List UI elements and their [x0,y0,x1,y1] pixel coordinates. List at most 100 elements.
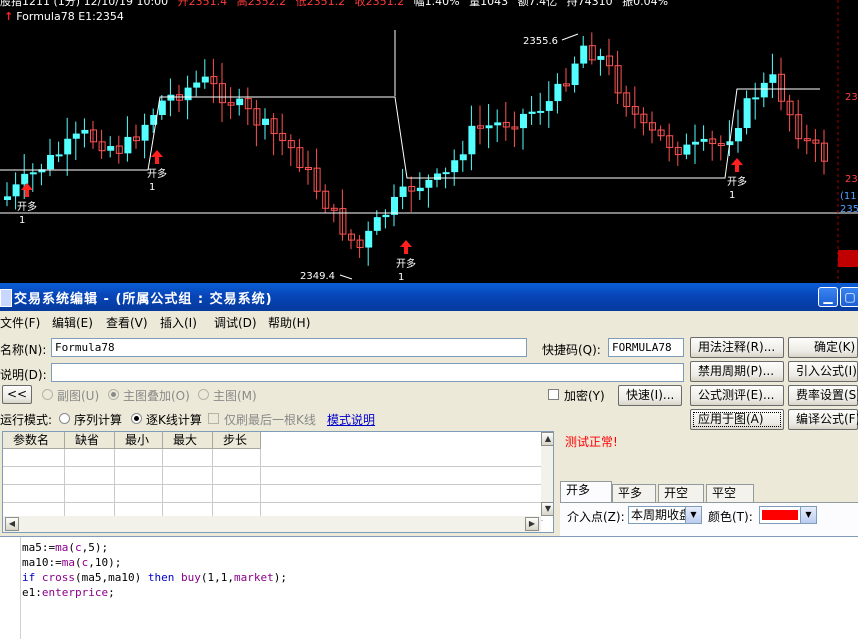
tab-open-long[interactable]: 开多 [560,481,612,503]
entry-point-select[interactable]: 本周期收盘 ▼ [628,506,702,524]
menu-insert[interactable]: 插入(I) [160,314,197,331]
code-line: e1:enterprice; [22,586,115,599]
candle-body [451,160,459,173]
table-divider [162,449,163,519]
fast-button[interactable]: 快速(I)... [618,385,682,406]
candle-body [21,173,29,185]
right-axis-marker [838,250,858,267]
chevron-down-icon[interactable]: ▼ [685,507,701,523]
candle-body [193,82,201,88]
menu-edit[interactable]: 编辑(E) [52,314,93,331]
tab-close-short[interactable]: 平空 [706,484,754,502]
enterprice-line [0,88,820,179]
formula-code-editor[interactable]: ma5:=ma(c,5); ma10:=ma(c,10); if cross(m… [0,536,858,639]
up-arrow-icon: ↑ [4,10,14,23]
compile-formula-button[interactable]: 编译公式(F) [788,409,858,430]
candle-body [167,94,175,101]
candle-body [735,128,742,142]
quote-low: 低2351.2 [295,0,346,8]
quote-high: 高2352.2 [236,0,287,8]
table-row[interactable] [3,467,543,485]
param-col-default: 缺省 [65,432,115,449]
radio-sequence-calc-label: 序列计算 [74,413,123,427]
desc-input[interactable] [51,363,684,382]
param-col-step: 步长 [213,432,261,449]
menu-file[interactable]: 文件(F) [0,314,40,331]
table-row[interactable] [3,449,543,467]
menu-view[interactable]: 查看(V) [106,314,148,331]
right-price-label: (11 [840,191,857,202]
candle-body [201,76,209,83]
formula-test-button[interactable]: 公式测评(E)... [690,385,784,406]
candle-body [752,97,760,100]
right-price-label: 235 [840,204,858,215]
candle-body [29,172,37,175]
candle-body [442,172,450,175]
tab-open-short[interactable]: 开空 [658,484,704,502]
buy-signal-arrow-icon [21,183,33,197]
radio-per-bar-calc[interactable] [131,413,142,424]
table-horizontal-scrollbar[interactable]: ◀ ▶ [3,516,541,532]
candle-body [236,98,244,106]
minimize-icon[interactable]: ▁ [818,287,838,307]
color-select[interactable]: ▼ [759,506,817,524]
shortcut-label: 快捷码(Q): [542,343,601,357]
encrypt-checkbox[interactable] [548,389,559,400]
scroll-down-icon[interactable]: ▼ [541,502,553,516]
test-result-text: 测试正常! [565,435,618,449]
signal-count: 1 [19,215,25,226]
quote-name: 股指1211 (1分) 12/10/19 10:00 [0,0,169,8]
usage-notes-button[interactable]: 用法注释(R)... [690,337,784,358]
mode-help-link[interactable]: 模式说明 [327,411,375,428]
candle-body [399,186,407,197]
app-icon [0,289,12,307]
name-input[interactable]: Formula78 [51,338,527,357]
collapse-button[interactable]: << [2,385,32,404]
candle-body [683,144,691,155]
ok-button[interactable]: 确定(K) [788,337,858,358]
candle-body [158,100,166,116]
table-divider [114,449,115,519]
fee-settings-button[interactable]: 费率设置(S) [788,385,858,406]
chevron-down-icon[interactable]: ▼ [800,507,816,523]
menu-help[interactable]: 帮助(H) [268,314,310,331]
shortcut-input[interactable]: FORMULA78 [608,338,684,357]
scroll-up-icon[interactable]: ▲ [541,432,553,446]
disable-period-button[interactable]: 禁用周期(P)... [690,361,784,382]
candle-body [494,122,502,126]
scroll-right-icon[interactable]: ▶ [525,517,539,531]
tab-close-long[interactable]: 平多 [612,484,656,502]
candle-body [468,125,476,155]
editor-gutter [0,537,21,639]
radio-subchart-label: 副图(U) [57,389,100,403]
maximize-icon[interactable]: ▢ [840,287,858,307]
candle-body [597,56,605,60]
signal-count: 1 [729,190,735,201]
param-col-name: 参数名 [3,432,65,449]
import-formula-button[interactable]: 引入公式(I) [788,361,858,382]
candle-body [391,196,398,215]
candle-body [520,113,527,129]
dialog-titlebar[interactable]: 交易系统编辑 - (所属公式组 : 交易系统) ▁ ▢ [0,283,858,311]
candle-body [4,196,11,200]
table-vertical-scrollbar[interactable]: ▲ ▼ [541,432,553,516]
formula-indicator-line: ↑ Formula78 E1:2354 [4,10,124,23]
candle-body [485,125,493,129]
parameter-table[interactable]: 参数名 缺省 最小 最大 步长 ▲ ▼ ◀ ▶ [2,431,554,533]
radio-per-bar-calc-label: 逐K线计算 [146,413,202,427]
table-row[interactable] [3,485,543,503]
candle-body [554,83,562,102]
code-text[interactable]: ma5:=ma(c,5); ma10:=ma(c,10); if cross(m… [22,540,287,600]
kline-svg: 2355.6 2349.4 开多 1 开多 1 开多 1 开多 1 23 23 (11 235 [0,0,858,283]
high-price-leader [561,33,579,41]
scroll-left-icon[interactable]: ◀ [5,517,19,531]
quote-open: 开2351.4 [177,0,228,8]
candle-body [47,154,54,170]
apply-to-chart-button[interactable]: 应用于图(A) [690,409,784,430]
candle-body [64,138,72,155]
radio-sequence-calc[interactable] [59,413,70,424]
dialog-title: 交易系统编辑 - (所属公式组 : 交易系统) [14,292,273,307]
kline-chart[interactable]: 2355.6 2349.4 开多 1 开多 1 开多 1 开多 1 23 23 (11 235 股指121… [0,0,858,283]
code-line: ma5:=ma(c,5); [22,541,109,554]
menu-debug[interactable]: 调试(D) [214,314,257,331]
